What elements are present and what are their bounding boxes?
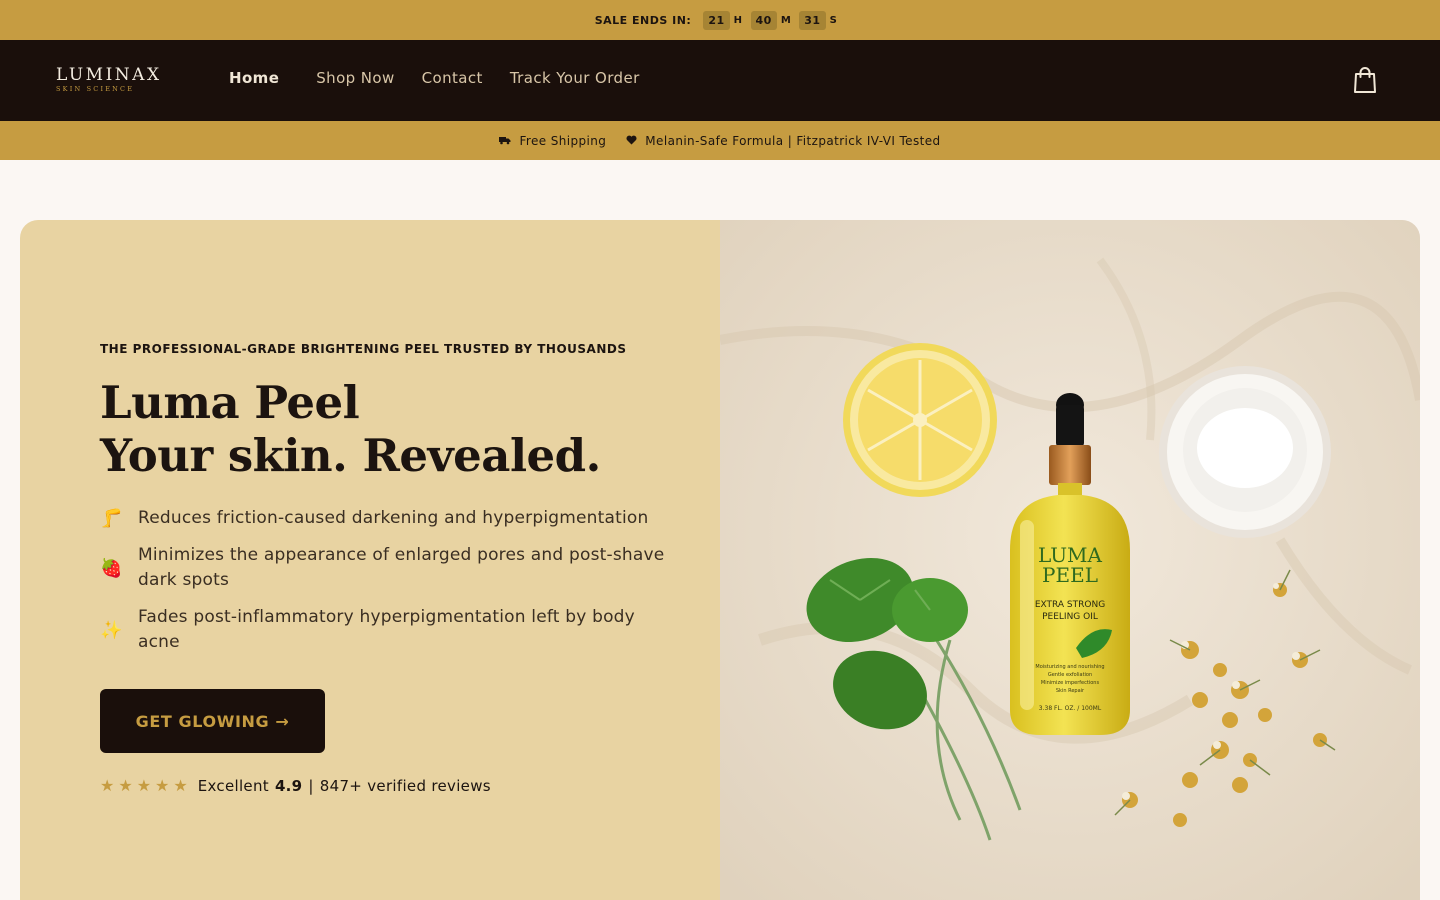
get-glowing-button[interactable]: GET GLOWING → bbox=[100, 689, 325, 753]
free-shipping-text: Free Shipping bbox=[519, 133, 607, 148]
rating-score: 4.9 bbox=[274, 776, 303, 795]
strawberry-emoji-icon: 🍓 bbox=[100, 557, 123, 579]
benefits-list: 🦵 Reduces friction-caused darkening and … bbox=[100, 506, 680, 667]
brand-name: LUMINAX bbox=[56, 65, 162, 85]
benefit-item: 🍓 Minimizes the appearance of enlarged p… bbox=[100, 543, 680, 593]
bottle-label-desc-1: EXTRA STRONG bbox=[1035, 600, 1105, 610]
rating-label: Excellent bbox=[197, 776, 269, 795]
benefit-item: ✨ Fades post-inflammatory hyperpigmentat… bbox=[100, 605, 680, 655]
product-photo-illustration: LUMA PEEL EXTRA STRONG PEELING OIL Moist… bbox=[720, 220, 1420, 900]
countdown-minutes-unit: M bbox=[780, 14, 792, 26]
cart-bag-icon[interactable] bbox=[1352, 66, 1378, 94]
melanin-safe-text: Melanin-Safe Formula | Fitzpatrick IV-VI… bbox=[645, 133, 941, 148]
nav-link-home[interactable]: Home bbox=[229, 69, 279, 87]
star-rating-icon: ★★★★★ bbox=[100, 776, 192, 795]
bottle-label-small-1: Moisturizing and nourishing bbox=[1035, 664, 1104, 670]
benefit-item: 🦵 Reduces friction-caused darkening and … bbox=[100, 506, 680, 531]
review-count: 847+ verified reviews bbox=[319, 776, 491, 795]
bottle-label-small-3: Minimize imperfections bbox=[1041, 680, 1100, 686]
nav-link-contact[interactable]: Contact bbox=[422, 69, 483, 87]
rating-summary: ★★★★★ Excellent 4.9 | 847+ verified revi… bbox=[100, 776, 491, 795]
hero-eyebrow: THE PROFESSIONAL-GRADE BRIGHTENING PEEL … bbox=[100, 342, 627, 356]
countdown-hours-unit: H bbox=[733, 14, 743, 26]
heart-icon bbox=[626, 134, 645, 148]
bottle-label-small-4: Skin Repair bbox=[1056, 688, 1085, 694]
powder-bowl bbox=[1159, 366, 1331, 538]
sale-countdown-bar: SALE ENDS IN: 21 H 40 M 31 S bbox=[0, 0, 1440, 40]
brand-logo[interactable]: LUMINAX SKIN SCIENCE bbox=[56, 66, 186, 93]
info-bar: Free Shipping Melanin-Safe Formula | Fit… bbox=[0, 121, 1440, 160]
bottle-label-desc-2: PEELING OIL bbox=[1042, 612, 1098, 622]
leg-emoji-icon: 🦵 bbox=[100, 508, 123, 529]
main-navigation: LUMINAX SKIN SCIENCE Home Shop Now Conta… bbox=[0, 40, 1440, 121]
sale-label: SALE ENDS IN: bbox=[594, 13, 692, 27]
nav-link-shop-now[interactable]: Shop Now bbox=[316, 69, 394, 87]
lemon-slice bbox=[843, 343, 997, 497]
hero-headline: Luma Peel Your skin. Revealed. bbox=[100, 376, 601, 482]
free-shipping-notice: Free Shipping bbox=[499, 134, 606, 148]
hero-product-image: LUMA PEEL EXTRA STRONG PEELING OIL Moist… bbox=[720, 220, 1420, 900]
melanin-safe-notice: Melanin-Safe Formula | Fitzpatrick IV-VI… bbox=[626, 134, 940, 148]
rating-separator: | bbox=[308, 776, 314, 795]
bottle-label-small-2: Gentle exfoliation bbox=[1048, 672, 1092, 678]
countdown-hours: 21 bbox=[703, 10, 730, 30]
benefit-text: Reduces friction-caused darkening and hy… bbox=[138, 508, 649, 528]
nav-links: Home Shop Now Contact Track Your Order bbox=[229, 69, 667, 87]
benefit-text: Minimizes the appearance of enlarged por… bbox=[138, 545, 665, 590]
bottle-label-volume: 3.38 FL. OZ. / 100ML bbox=[1039, 705, 1102, 712]
countdown-minutes: 40 bbox=[750, 10, 777, 30]
headline-product-name: Luma Peel bbox=[100, 376, 360, 429]
brand-tagline: SKIN SCIENCE bbox=[56, 85, 135, 93]
nav-link-track-order[interactable]: Track Your Order bbox=[510, 69, 640, 87]
benefit-text: Fades post-inflammatory hyperpigmentatio… bbox=[138, 607, 635, 652]
headline-tagline: Your skin. Revealed. bbox=[100, 429, 601, 482]
countdown-seconds-unit: S bbox=[829, 14, 838, 26]
hero-text-panel: THE PROFESSIONAL-GRADE BRIGHTENING PEEL … bbox=[20, 220, 720, 900]
truck-icon bbox=[499, 134, 519, 148]
countdown-seconds: 31 bbox=[799, 10, 826, 30]
hero-section: THE PROFESSIONAL-GRADE BRIGHTENING PEEL … bbox=[20, 220, 1420, 900]
bottle-label-name-2: PEEL bbox=[1042, 563, 1098, 587]
sparkles-emoji-icon: ✨ bbox=[100, 619, 123, 641]
